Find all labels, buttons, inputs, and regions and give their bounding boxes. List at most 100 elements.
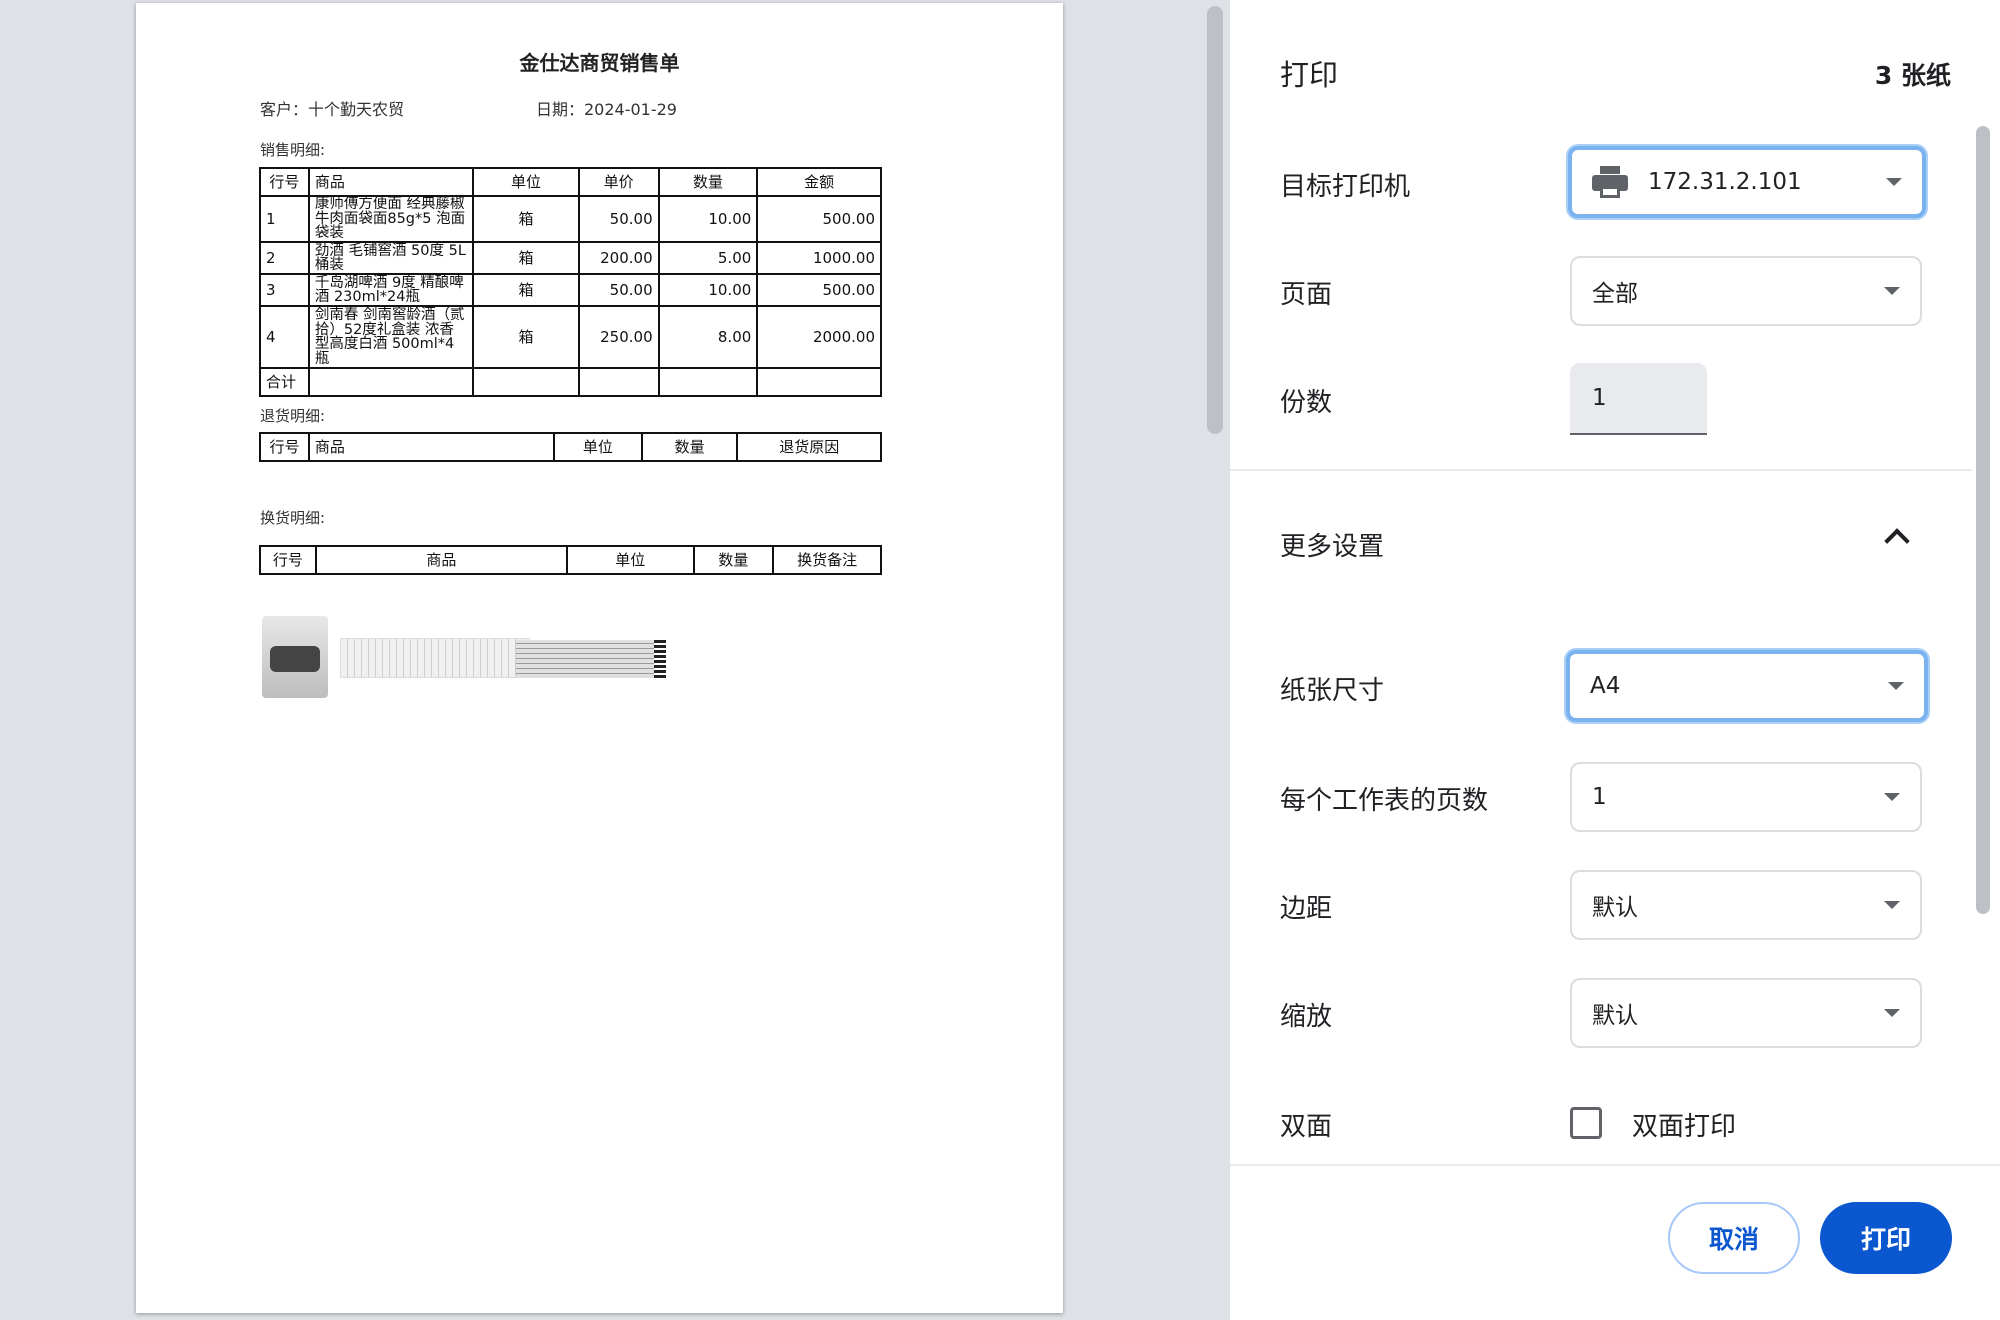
pages-select[interactable]: 全部	[1570, 256, 1922, 326]
chevron-down-icon	[1884, 287, 1900, 295]
sales-total-row: 合计	[259, 367, 882, 397]
print-settings-panel: 打印 3 张纸 目标打印机 172.31.2.101 页面 全部 份数 1 更多…	[1230, 0, 2000, 1320]
printer-icon	[1592, 166, 1628, 198]
table-row: 2 劲酒 毛铺窖酒 50度 5L 桶装 箱 200.00 5.00 1000.0…	[259, 241, 882, 275]
table-cell: 10.00	[657, 195, 759, 243]
sheet-count: 3 张纸	[1874, 61, 1951, 90]
margins-select[interactable]: 默认	[1570, 870, 1922, 940]
table-cell: 8.00	[657, 305, 759, 369]
table-cell: 250.00	[577, 305, 660, 369]
chevron-up-icon[interactable]	[1884, 528, 1910, 554]
paper-size-select[interactable]: A4	[1566, 650, 1928, 722]
header-cell: 单位	[472, 167, 580, 197]
sales-table: 行号 商品 单位 单价 数量 金额 1 康师傅方便面 经典藤椒牛肉面袋面85g*…	[259, 167, 882, 397]
margins-value: 默认	[1592, 895, 1638, 921]
barcode-graphic	[654, 640, 666, 678]
table-cell	[577, 367, 660, 397]
duplex-option-label[interactable]: 双面打印	[1632, 1106, 1736, 1143]
panel-title: 打印	[1280, 58, 1339, 92]
preview-scrollbar[interactable]	[1207, 6, 1223, 434]
header-cell: 商品	[307, 167, 475, 197]
table-cell: 剑南春 剑南窖龄酒（贰拾）52度礼盒装 浓香型高度白酒 500ml*4瓶	[307, 305, 475, 369]
table-cell: 康师傅方便面 经典藤椒牛肉面袋面85g*5 泡面袋装	[307, 195, 475, 243]
header-cell: 商品	[307, 432, 556, 462]
table-row: 3 千岛湖啤酒 9度 精酿啤酒 230ml*24瓶 箱 50.00 10.00 …	[259, 273, 882, 307]
print-preview-area: 金仕达商贸销售单 客户：十个勤天农贸 日期：2024-01-29 销售明细: 行…	[0, 0, 1230, 1320]
scale-label: 缩放	[1280, 1002, 1333, 1032]
table-cell: 箱	[472, 195, 580, 243]
scale-value: 默认	[1592, 1003, 1638, 1029]
header-cell: 单位	[553, 432, 643, 462]
exchange-section-label: 换货明细:	[260, 509, 326, 527]
table-cell: 1000.00	[756, 241, 882, 275]
exchange-header-row: 行号 商品 单位 数量 换货备注	[259, 545, 882, 575]
chevron-down-icon	[1884, 793, 1900, 801]
table-cell: 5.00	[657, 241, 759, 275]
table-cell: 劲酒 毛铺窖酒 50度 5L 桶装	[307, 241, 475, 275]
return-header-row: 行号 商品 单位 数量 退货原因	[259, 432, 882, 462]
table-cell	[657, 367, 759, 397]
settings-scrollbar[interactable]	[1976, 126, 1990, 914]
paper-size-label: 纸张尺寸	[1280, 676, 1385, 706]
header-cell: 行号	[259, 167, 310, 197]
header-cell: 退货原因	[736, 432, 882, 462]
exchange-table: 行号 商品 单位 数量 换货备注	[259, 545, 882, 575]
header-cell: 数量	[657, 167, 759, 197]
table-cell	[472, 367, 580, 397]
duplex-checkbox[interactable]	[1570, 1107, 1602, 1139]
table-cell: 箱	[472, 241, 580, 275]
header-cell: 换货备注	[772, 545, 882, 575]
destination-select[interactable]: 172.31.2.101	[1568, 146, 1926, 218]
pages-label: 页面	[1280, 280, 1333, 310]
table-cell: 50.00	[577, 273, 660, 307]
document-title: 金仕达商贸销售单	[519, 51, 680, 75]
return-table: 行号 商品 单位 数量 退货原因	[259, 432, 882, 462]
section-divider	[1230, 469, 1972, 471]
total-label-cell: 合计	[259, 367, 310, 397]
chevron-down-icon	[1886, 178, 1902, 186]
table-cell: 箱	[472, 273, 580, 307]
margins-label: 边距	[1280, 894, 1333, 924]
table-cell: 3	[259, 273, 310, 307]
more-settings-label[interactable]: 更多设置	[1280, 526, 1384, 563]
header-cell: 单价	[577, 167, 660, 197]
header-cell: 商品	[314, 545, 568, 575]
table-cell	[756, 367, 882, 397]
table-cell: 2000.00	[756, 305, 882, 369]
table-cell: 500.00	[756, 273, 882, 307]
pages-value: 全部	[1592, 281, 1638, 307]
pages-per-sheet-label: 每个工作表的页数	[1280, 786, 1489, 816]
cancel-button[interactable]: 取消	[1668, 1202, 1800, 1274]
sales-section-label: 销售明细:	[260, 141, 326, 159]
table-row: 4 剑南春 剑南窖龄酒（贰拾）52度礼盒装 浓香型高度白酒 500ml*4瓶 箱…	[259, 305, 882, 369]
print-button[interactable]: 打印	[1820, 1202, 1952, 1274]
table-cell: 50.00	[577, 195, 660, 243]
chevron-down-icon	[1884, 1009, 1900, 1017]
pages-per-sheet-value: 1	[1592, 784, 1607, 810]
table-row: 1 康师傅方便面 经典藤椒牛肉面袋面85g*5 泡面袋装 箱 50.00 10.…	[259, 195, 882, 243]
duplex-label: 双面	[1280, 1112, 1333, 1142]
preview-page: 金仕达商贸销售单 客户：十个勤天农贸 日期：2024-01-29 销售明细: 行…	[136, 3, 1063, 1313]
header-cell: 行号	[259, 432, 310, 462]
sales-header-row: 行号 商品 单位 单价 数量 金额	[259, 167, 882, 197]
table-cell: 箱	[472, 305, 580, 369]
panel-footer: 取消 打印	[1230, 1164, 2000, 1320]
chevron-down-icon	[1884, 901, 1900, 909]
table-cell: 4	[259, 305, 310, 369]
table-cell: 500.00	[756, 195, 882, 243]
pages-per-sheet-select[interactable]: 1	[1570, 762, 1922, 832]
destination-label: 目标打印机	[1280, 172, 1411, 202]
paper-size-value: A4	[1590, 673, 1621, 699]
header-cell: 单位	[565, 545, 695, 575]
copies-label: 份数	[1280, 388, 1333, 418]
header-cell: 行号	[259, 545, 317, 575]
attachment-image-thumbnail	[340, 638, 530, 678]
table-cell: 10.00	[657, 273, 759, 307]
copies-input[interactable]: 1	[1570, 363, 1707, 435]
header-cell: 数量	[640, 432, 739, 462]
date-info: 日期：2024-01-29	[536, 100, 677, 119]
table-cell: 200.00	[577, 241, 660, 275]
scale-select[interactable]: 默认	[1570, 978, 1922, 1048]
header-cell: 金额	[756, 167, 882, 197]
return-section-label: 退货明细:	[260, 407, 326, 425]
